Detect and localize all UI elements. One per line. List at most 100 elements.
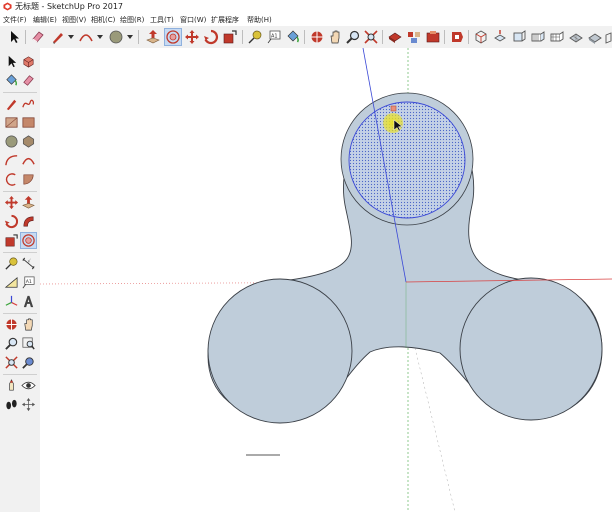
zoom-extents-icon[interactable] xyxy=(363,29,379,45)
rotate-icon[interactable] xyxy=(203,29,219,45)
rotated-rectangle-icon[interactable] xyxy=(21,115,36,130)
tape-measure-icon[interactable] xyxy=(247,29,263,45)
toolbar-separator xyxy=(382,30,383,44)
look-around-icon[interactable] xyxy=(21,378,36,393)
rotate-icon[interactable] xyxy=(4,214,19,229)
zoom-extents-icon[interactable] xyxy=(4,355,19,370)
zoom-icon[interactable] xyxy=(345,29,361,45)
eraser-icon[interactable] xyxy=(21,73,36,88)
push-pull-icon[interactable] xyxy=(145,29,161,45)
select-icon[interactable] xyxy=(4,54,19,69)
dimension-icon[interactable]: √ xyxy=(21,256,36,271)
toolbar-separator xyxy=(3,252,37,253)
right-view-icon[interactable] xyxy=(530,29,546,45)
sketchup-logo-icon xyxy=(3,2,12,11)
inference-point xyxy=(390,105,397,112)
text-icon[interactable]: A1 xyxy=(266,29,282,45)
toolbar-separator xyxy=(242,30,243,44)
line-icon[interactable] xyxy=(4,96,19,111)
back-view-icon[interactable] xyxy=(549,29,565,45)
three-point-arc-icon[interactable] xyxy=(4,172,19,187)
svg-text:√: √ xyxy=(28,259,31,265)
window-title: 无标题 - SketchUp Pro 2017 xyxy=(15,2,123,11)
shape-dropdown[interactable] xyxy=(127,35,133,39)
menu-extensions[interactable]: 扩展程序 xyxy=(211,14,239,26)
component-icon[interactable] xyxy=(21,54,36,69)
front-view-icon[interactable] xyxy=(511,29,527,45)
pan-icon[interactable] xyxy=(327,29,343,45)
two-point-arc-icon[interactable] xyxy=(21,153,36,168)
pencil-icon[interactable] xyxy=(50,29,66,45)
drawing-viewport[interactable] xyxy=(40,48,612,512)
wireframe-icon[interactable] xyxy=(605,29,612,45)
position-camera-icon[interactable] xyxy=(4,378,19,393)
svg-text:A1: A1 xyxy=(271,34,278,40)
arc-icon[interactable] xyxy=(78,29,94,45)
pan-icon[interactable] xyxy=(21,317,36,332)
axes-icon[interactable] xyxy=(4,294,19,309)
freehand-icon[interactable] xyxy=(21,96,36,111)
scale-icon[interactable] xyxy=(222,29,238,45)
paint-bucket-icon[interactable] xyxy=(285,29,301,45)
components-icon[interactable] xyxy=(406,29,422,45)
menu-edit[interactable]: 编辑(E) xyxy=(33,14,57,26)
text-icon[interactable]: A1 xyxy=(21,275,36,290)
pencil-dropdown[interactable] xyxy=(68,35,74,39)
rectangle-icon[interactable] xyxy=(4,115,19,130)
select-icon[interactable] xyxy=(6,29,22,45)
orbit-icon[interactable] xyxy=(4,317,19,332)
main-toolbar: A1 xyxy=(0,26,612,49)
circle-icon[interactable] xyxy=(4,134,19,149)
menu-help[interactable]: 帮助(H) xyxy=(247,14,272,26)
layout-icon[interactable] xyxy=(449,29,465,45)
previous-view-icon[interactable] xyxy=(21,355,36,370)
toolbar-separator xyxy=(444,30,445,44)
top-view-icon[interactable] xyxy=(492,29,508,45)
toolbar-separator xyxy=(3,313,37,314)
offset-icon[interactable] xyxy=(20,232,37,249)
offset-icon[interactable] xyxy=(164,28,182,46)
move-icon[interactable] xyxy=(184,29,200,45)
follow-me-icon[interactable] xyxy=(21,214,36,229)
selected-inner-face[interactable] xyxy=(348,101,466,219)
toolbar-separator xyxy=(138,30,139,44)
section-plane-icon[interactable] xyxy=(21,397,36,412)
model-canvas[interactable] xyxy=(40,48,612,512)
paint-bucket-icon[interactable] xyxy=(4,73,19,88)
left-lobe-circle[interactable] xyxy=(207,278,353,424)
polygon-icon[interactable] xyxy=(21,134,36,149)
toolbar-separator xyxy=(468,30,469,44)
3d-text-icon[interactable] xyxy=(21,294,36,309)
zoom-icon[interactable] xyxy=(4,336,19,351)
scale-icon[interactable] xyxy=(4,233,19,248)
eraser-icon[interactable] xyxy=(30,29,46,45)
menu-draw[interactable]: 绘图(R) xyxy=(120,14,144,26)
iso-view-icon[interactable] xyxy=(473,29,489,45)
menu-window[interactable]: 窗口(W) xyxy=(180,14,206,26)
right-lobe-circle[interactable] xyxy=(459,277,603,421)
walk-icon[interactable] xyxy=(4,397,19,412)
tape-measure-icon[interactable] xyxy=(4,256,19,271)
toolbar-separator xyxy=(25,30,26,44)
3d-warehouse-icon[interactable] xyxy=(387,29,403,45)
left-view-icon[interactable] xyxy=(568,29,584,45)
menu-camera[interactable]: 相机(C) xyxy=(91,14,115,26)
circle-icon[interactable] xyxy=(108,29,124,45)
move-icon[interactable] xyxy=(4,195,19,210)
menu-tools[interactable]: 工具(T) xyxy=(150,14,174,26)
toolbar-separator xyxy=(304,30,305,44)
large-tool-set: √ A1 xyxy=(0,48,41,512)
protractor-icon[interactable] xyxy=(4,275,19,290)
menu-file[interactable]: 文件(F) xyxy=(3,14,27,26)
menu-view[interactable]: 视图(V) xyxy=(62,14,86,26)
toolbar-separator xyxy=(3,374,37,375)
zoom-window-icon[interactable] xyxy=(21,336,36,351)
push-pull-icon[interactable] xyxy=(21,195,36,210)
pie-icon[interactable] xyxy=(21,172,36,187)
extension-warehouse-icon[interactable] xyxy=(425,29,441,45)
toolbar-separator xyxy=(3,191,37,192)
arc-dropdown[interactable] xyxy=(97,35,103,39)
arc-icon[interactable] xyxy=(4,153,19,168)
xray-icon[interactable] xyxy=(587,29,603,45)
orbit-icon[interactable] xyxy=(309,29,325,45)
